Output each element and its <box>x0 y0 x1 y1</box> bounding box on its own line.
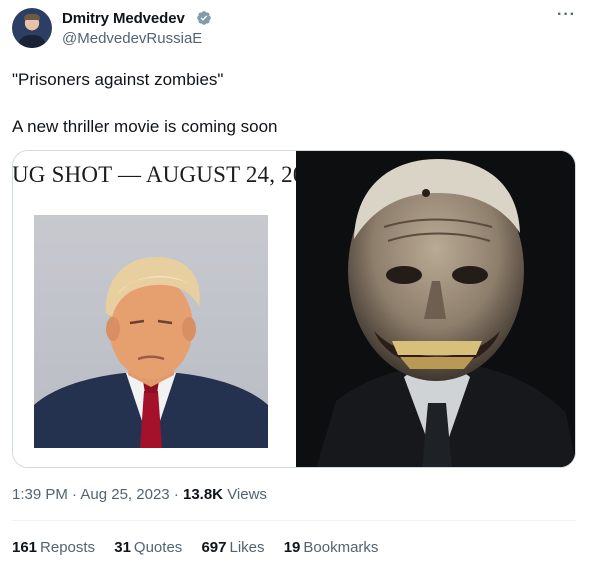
likes-stat[interactable]: 697 Likes <box>201 539 264 556</box>
views-count: 13.8K <box>182 486 224 503</box>
separator: · <box>173 486 179 503</box>
tweet-text-line-2: A new thriller movie is coming soon <box>12 117 278 136</box>
tweet-media[interactable]: UG SHOT — AUGUST 24, 20 <box>12 150 576 468</box>
avatar-hair <box>24 14 40 20</box>
tweet-timestamp[interactable]: 1:39 PM · Aug 25, 2023 · 13.8K Views <box>12 486 267 503</box>
mugshot-panel: UG SHOT — AUGUST 24, 20 <box>13 151 304 467</box>
mugshot-figure <box>34 257 268 448</box>
mugshot-photo <box>34 215 268 448</box>
quotes-stat[interactable]: 31 Quotes <box>114 539 182 556</box>
reposts-stat[interactable]: 161 Reposts <box>12 539 95 556</box>
avatar[interactable] <box>12 8 52 48</box>
zombie-figure <box>296 151 575 467</box>
tweet-date: Aug 25, 2023 <box>80 486 170 503</box>
verified-badge-icon <box>197 11 211 25</box>
tweet-card: Dmitry Medvedev @MedvedevRussiaE ··· "Pr… <box>0 0 593 572</box>
bookmarks-stat[interactable]: 19 Bookmarks <box>284 539 379 556</box>
bookmarks-count: 19 <box>283 539 301 556</box>
bookmarks-label: Bookmarks <box>303 539 379 556</box>
reposts-count: 161 <box>12 539 38 556</box>
reposts-label: Reposts <box>40 539 96 556</box>
author-handle[interactable]: @MedvedevRussiaE <box>62 30 202 47</box>
quotes-count: 31 <box>114 539 131 556</box>
views-label: Views <box>227 486 267 503</box>
avatar-suit <box>18 35 46 48</box>
more-options-icon[interactable]: ··· <box>557 6 576 24</box>
author-display-name[interactable]: Dmitry Medvedev <box>62 10 185 27</box>
zombie-panel <box>296 151 575 467</box>
tweet-time: 1:39 PM <box>12 486 68 503</box>
likes-count: 697 <box>201 539 227 556</box>
separator: · <box>72 486 78 503</box>
tweet-text-line-1: "Prisoners against zombies" <box>12 70 224 89</box>
divider <box>12 520 576 521</box>
likes-label: Likes <box>229 539 265 556</box>
quotes-label: Quotes <box>133 539 183 556</box>
engagement-stats: 161 Reposts 31 Quotes 697 Likes 19 Bookmarks <box>12 539 393 556</box>
mugshot-caption: UG SHOT — AUGUST 24, 20 <box>12 162 305 187</box>
